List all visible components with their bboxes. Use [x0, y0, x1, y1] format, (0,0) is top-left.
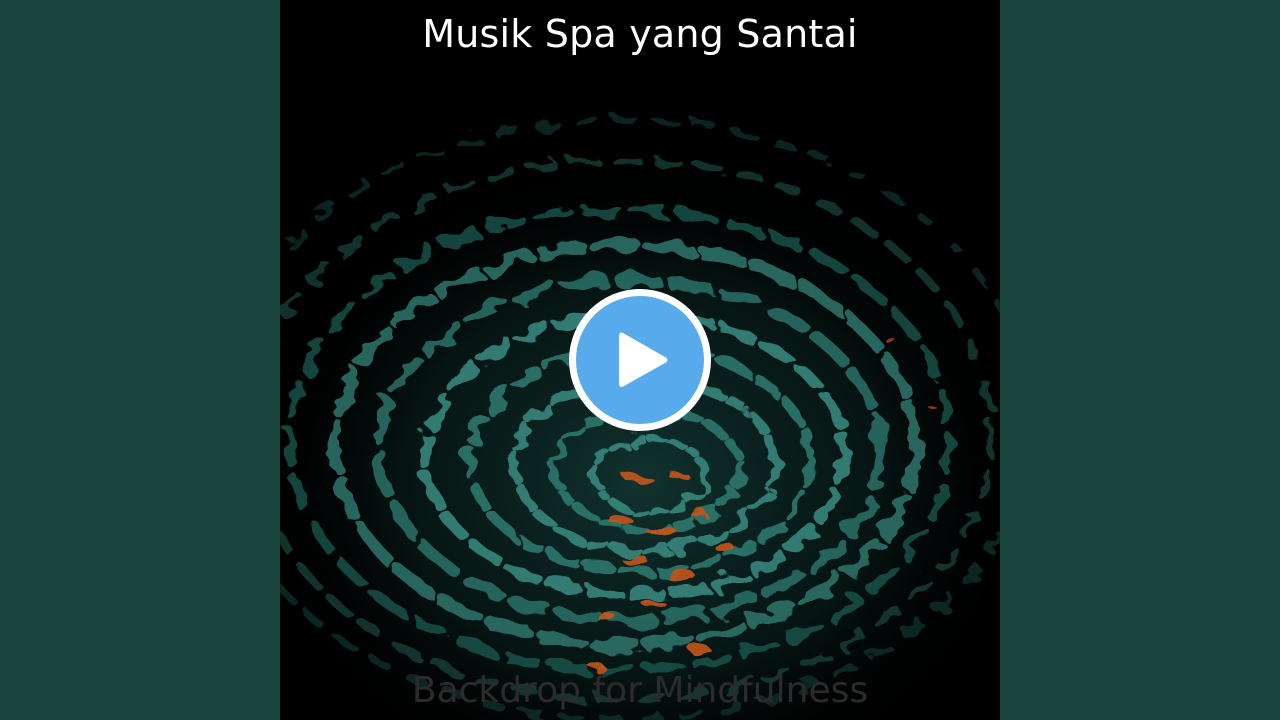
- left-letterbox: [0, 0, 280, 720]
- play-icon: [569, 289, 711, 431]
- right-letterbox: [1000, 0, 1280, 720]
- album-subtitle: Backdrop for Mindfulness: [411, 670, 869, 711]
- play-button[interactable]: [567, 287, 713, 433]
- album-title: Musik Spa yang Santai: [422, 12, 858, 56]
